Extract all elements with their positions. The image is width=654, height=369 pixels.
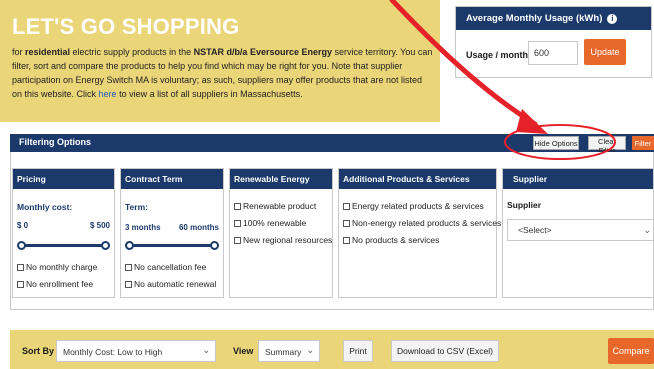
contract-term-card: Contract Term Term: 3 months 60 months N…	[120, 168, 224, 298]
sort-by-select[interactable]: Monthly Cost: Low to High ⌄	[56, 340, 216, 362]
non-energy-related-option[interactable]: Non-energy related products & services	[343, 218, 501, 228]
hide-options-button[interactable]: Hide Options	[533, 136, 579, 150]
supplier-select[interactable]: <Select> ⌄	[507, 219, 654, 241]
hero-banner: LET'S GO SHOPPING for residential electr…	[0, 0, 440, 122]
compare-button[interactable]: Compare	[608, 338, 654, 364]
filter-button[interactable]: Filter	[632, 136, 654, 150]
pricing-card: Pricing Monthly cost: $ 0 $ 500 No month…	[12, 168, 115, 298]
suppliers-list-link[interactable]: here	[99, 89, 117, 99]
info-icon[interactable]: i	[607, 14, 618, 24]
renewable-energy-title: Renewable Energy	[230, 169, 332, 189]
hero-description: for residential electric supply products…	[12, 47, 433, 99]
filter-options-bar: Filtering Options Hide Options Clear Fil…	[10, 134, 654, 155]
price-slider-track[interactable]	[17, 241, 110, 250]
checkbox[interactable]	[234, 220, 241, 227]
filter-options-title: Filtering Options	[19, 137, 91, 147]
checkbox[interactable]	[343, 220, 350, 227]
page: LET'S GO SHOPPING for residential electr…	[0, 0, 654, 369]
no-cancellation-fee-option[interactable]: No cancellation fee	[125, 262, 206, 272]
usage-label: Usage / month	[466, 50, 529, 60]
term-slider-min-handle[interactable]	[125, 241, 134, 250]
no-products-option[interactable]: No products & services	[343, 235, 439, 245]
supplier-label: Supplier	[507, 200, 542, 210]
usage-card-header: Average Monthly Usage (kWh) i	[456, 7, 651, 30]
term-max: 60 months	[178, 223, 219, 232]
checkbox[interactable]	[343, 203, 350, 210]
usage-input[interactable]	[528, 41, 578, 65]
energy-related-option[interactable]: Energy related products & services	[343, 201, 484, 211]
price-max: $ 500	[89, 221, 110, 230]
additional-products-title: Additional Products & Services	[339, 169, 496, 189]
term-min: 3 months	[125, 223, 161, 232]
chevron-down-icon: ⌄	[643, 225, 651, 235]
additional-products-card: Additional Products & Services Energy re…	[338, 168, 501, 298]
sort-by-label: Sort By	[22, 346, 55, 356]
pricing-title: Pricing	[13, 169, 114, 189]
checkbox[interactable]	[125, 264, 132, 271]
supplier-card: Supplier Supplier <Select> ⌄	[502, 168, 654, 298]
view-select[interactable]: Summary ⌄	[258, 340, 320, 362]
checkbox[interactable]	[234, 203, 241, 210]
new-regional-resources-option[interactable]: New regional resources	[234, 235, 332, 245]
no-monthly-charge-option[interactable]: No monthly charge	[17, 262, 97, 272]
100-renewable-option[interactable]: 100% renewable	[234, 218, 306, 228]
chevron-down-icon: ⌄	[202, 345, 210, 355]
price-slider-min-handle[interactable]	[17, 241, 26, 250]
checkbox[interactable]	[343, 237, 350, 244]
checkbox[interactable]	[234, 237, 241, 244]
page-title: LET'S GO SHOPPING	[12, 14, 240, 39]
annotation-arrowhead	[516, 109, 548, 134]
renewable-energy-card: Renewable Energy Renewable product 100% …	[229, 168, 333, 298]
chevron-down-icon: ⌄	[306, 345, 314, 355]
no-automatic-renewal-option[interactable]: No automatic renewal	[125, 279, 216, 289]
checkbox[interactable]	[17, 281, 24, 288]
print-button[interactable]: Print	[343, 340, 373, 362]
download-csv-button[interactable]: Download to CSV (Excel)	[391, 340, 499, 362]
supplier-title: Supplier	[503, 169, 653, 189]
checkbox[interactable]	[125, 281, 132, 288]
term-label: Term:	[125, 202, 148, 212]
price-slider-max-handle[interactable]	[101, 241, 110, 250]
checkbox[interactable]	[17, 264, 24, 271]
monthly-cost-label: Monthly cost:	[17, 202, 73, 212]
no-enrollment-fee-option[interactable]: No enrollment fee	[17, 279, 93, 289]
term-slider-max-handle[interactable]	[210, 241, 219, 250]
clear-filter-button[interactable]: Clear Filter	[588, 136, 626, 155]
results-toolbar: Sort By Monthly Cost: Low to High ⌄ View …	[10, 330, 654, 369]
term-slider-track[interactable]	[125, 241, 219, 250]
price-min: $ 0	[17, 221, 29, 230]
view-label: View	[233, 346, 254, 356]
contract-term-title: Contract Term	[121, 169, 223, 189]
update-button[interactable]: Update	[584, 39, 626, 65]
renewable-product-option[interactable]: Renewable product	[234, 201, 316, 211]
